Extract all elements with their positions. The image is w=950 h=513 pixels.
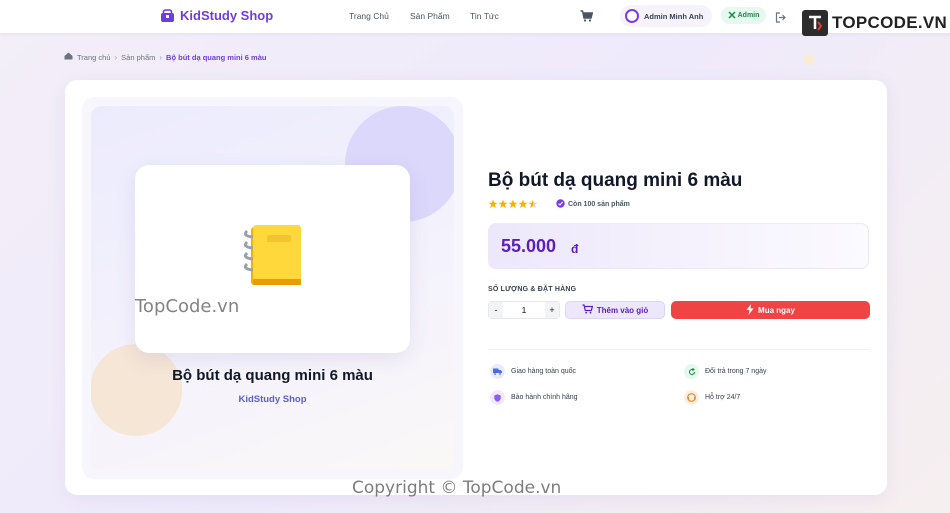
cart-plus-icon xyxy=(582,304,593,316)
decorative-circle xyxy=(91,344,182,436)
admin-badge[interactable]: Admin xyxy=(721,7,766,24)
topcode-logo-icon xyxy=(802,10,828,36)
quantity-stepper: - 1 + xyxy=(488,301,560,319)
breadcrumb-current: Bộ bút dạ quang mini 6 màu xyxy=(166,52,267,62)
nav-home[interactable]: Trang Chủ xyxy=(349,11,389,21)
admin-badge-label: Admin xyxy=(737,12,760,19)
decrease-button[interactable]: - xyxy=(489,302,503,318)
breadcrumb: Trang chủ › Sản phẩm › Bộ bút dạ quang m… xyxy=(64,52,266,62)
nav-products[interactable]: Sản Phẩm xyxy=(410,11,450,21)
tools-icon xyxy=(728,10,736,21)
price-box: 55.000 đ xyxy=(488,223,869,269)
feature-label: Đổi trả trong 7 ngày xyxy=(705,368,767,375)
add-to-cart-label: Thêm vào giỏ xyxy=(596,305,649,315)
buy-now-button[interactable]: Mua ngay xyxy=(671,301,870,319)
feature-support: Hỗ trợ 24/7 xyxy=(684,390,740,405)
price-currency: đ xyxy=(571,242,579,256)
increase-button[interactable]: + xyxy=(545,302,559,318)
return-icon xyxy=(684,364,699,379)
topcode-logo-text: TOPCODE.VN xyxy=(832,13,948,32)
product-image[interactable] xyxy=(135,165,410,353)
user-menu[interactable]: Admin Minh Anh xyxy=(620,5,712,27)
truck-icon xyxy=(490,364,505,379)
topcode-watermark-logo: TOPCODE.VN xyxy=(802,10,947,36)
breadcrumb-home[interactable]: Trang chủ xyxy=(77,53,111,62)
support-icon xyxy=(684,390,699,405)
check-circle-icon xyxy=(556,199,565,210)
decorative-dot xyxy=(803,54,814,65)
avatar xyxy=(625,9,639,23)
chevron-right-icon: › xyxy=(114,52,118,62)
chevron-right-icon: › xyxy=(159,52,163,62)
shield-icon xyxy=(490,390,505,405)
shop-bag-icon xyxy=(160,8,175,23)
home-icon xyxy=(64,52,73,62)
quantity-label: SỐ LƯỢNG & ĐẶT HÀNG xyxy=(488,286,577,293)
notebook-icon xyxy=(241,221,305,298)
nav-news[interactable]: Tin Tức xyxy=(470,11,499,21)
stock-label: Còn 100 sản phẩm xyxy=(568,201,630,208)
breadcrumb-products[interactable]: Sản phẩm xyxy=(121,53,155,62)
feature-label: Bảo hành chính hãng xyxy=(511,394,578,401)
brand-logo[interactable]: KidStudy Shop xyxy=(160,8,273,23)
buy-now-label: Mua ngay xyxy=(758,305,795,315)
topcode-watermark-mid: TopCode.vn xyxy=(135,296,240,317)
feature-warranty: Bảo hành chính hãng xyxy=(490,390,578,405)
feature-shipping: Giao hàng toàn quốc xyxy=(490,364,576,379)
divider xyxy=(488,349,869,350)
feature-return: Đổi trả trong 7 ngày xyxy=(684,364,766,379)
product-title: Bộ bút dạ quang mini 6 màu xyxy=(488,170,743,191)
cart-icon[interactable] xyxy=(580,9,594,27)
product-image-caption: Bộ bút dạ quang mini 6 màu xyxy=(172,367,373,384)
logout-icon[interactable] xyxy=(775,10,786,28)
feature-label: Hỗ trợ 24/7 xyxy=(705,394,741,401)
product-brand: KidStudy Shop xyxy=(238,394,307,405)
stock-status: Còn 100 sản phẩm xyxy=(556,199,630,210)
brand-name: KidStudy Shop xyxy=(180,8,274,23)
product-price: 55.000 xyxy=(501,236,557,256)
rating-stars xyxy=(488,199,540,209)
user-name: Admin Minh Anh xyxy=(644,11,704,21)
quantity-input[interactable]: 1 xyxy=(503,305,545,315)
feature-label: Giao hàng toàn quốc xyxy=(511,368,576,375)
add-to-cart-button[interactable]: Thêm vào giỏ xyxy=(565,301,665,319)
copyright-watermark: Copyright © TopCode.vn xyxy=(352,478,562,498)
lightning-icon xyxy=(746,303,754,317)
